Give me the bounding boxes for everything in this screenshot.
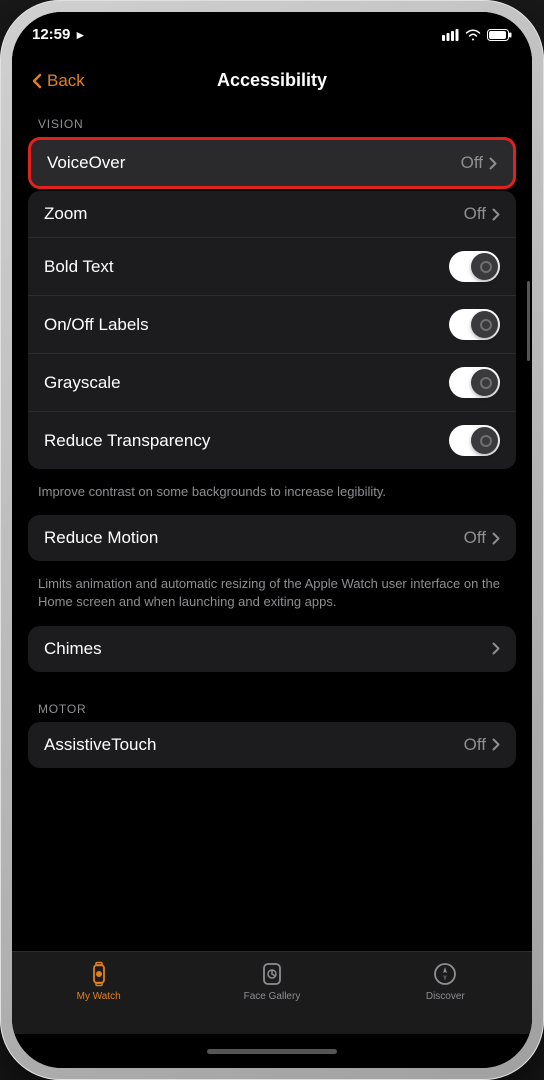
home-indicator [12, 1034, 532, 1068]
zoom-status: Off [464, 204, 486, 224]
back-label: Back [47, 71, 85, 91]
tab-my-watch[interactable]: My Watch [12, 960, 185, 1002]
watch-face-icon [259, 961, 285, 987]
chimes-row[interactable]: Chimes [28, 626, 516, 672]
content-area: VISION VoiceOver Off Zoom [12, 101, 532, 951]
reduce-transparency-toggle[interactable] [449, 425, 500, 456]
assistivetouch-status: Off [464, 735, 486, 755]
home-bar [207, 1049, 337, 1054]
page-title: Accessibility [217, 70, 327, 91]
back-button[interactable]: Back [32, 71, 85, 91]
chimes-label: Chimes [44, 639, 102, 659]
status-bar-area: 12:59 ► [12, 12, 532, 62]
tab-discover-label: Discover [426, 991, 465, 1002]
watch-icon [86, 961, 112, 987]
zoom-label: Zoom [44, 204, 87, 224]
motor-section-header: MOTOR [28, 686, 516, 722]
location-icon: ► [74, 28, 86, 42]
assistivetouch-chevron-icon [492, 738, 500, 751]
assistivetouch-value: Off [464, 735, 500, 755]
reduce-motion-hint: Limits animation and automatic resizing … [28, 567, 516, 625]
reduce-motion-group: Reduce Motion Off [28, 515, 516, 561]
battery-icon [487, 29, 512, 41]
wifi-icon [465, 29, 481, 41]
grayscale-toggle-o [480, 377, 492, 389]
tab-discover[interactable]: Discover [359, 960, 532, 1002]
reduce-transparency-label: Reduce Transparency [44, 431, 210, 451]
face-gallery-icon [258, 960, 286, 988]
phone-screen: 12:59 ► [12, 12, 532, 1068]
scroll-track [527, 281, 530, 861]
reduce-motion-value: Off [464, 528, 500, 548]
transparency-hint: Improve contrast on some backgrounds to … [28, 475, 516, 515]
voiceover-value: Off [461, 153, 497, 173]
back-chevron-icon [32, 73, 42, 89]
reduce-motion-status: Off [464, 528, 486, 548]
bold-text-label: Bold Text [44, 257, 114, 277]
tab-my-watch-label: My Watch [77, 991, 121, 1002]
assistivetouch-label: AssistiveTouch [44, 735, 156, 755]
onoff-labels-toggle-o [480, 319, 492, 331]
onoff-labels-row[interactable]: On/Off Labels [28, 296, 516, 354]
assistivetouch-row[interactable]: AssistiveTouch Off [28, 722, 516, 768]
chimes-chevron-icon [492, 642, 500, 655]
chimes-group: Chimes [28, 626, 516, 672]
bold-text-row[interactable]: Bold Text [28, 238, 516, 296]
tab-face-gallery[interactable]: Face Gallery [185, 960, 358, 1002]
screen: 12:59 ► [12, 12, 532, 1068]
my-watch-icon [85, 960, 113, 988]
bold-text-toggle[interactable] [449, 251, 500, 282]
nav-header: Back Accessibility [12, 62, 532, 101]
status-icons [442, 29, 512, 41]
bottom-spacer [28, 774, 516, 794]
voiceover-row[interactable]: VoiceOver Off [28, 137, 516, 189]
reduce-motion-label: Reduce Motion [44, 528, 158, 548]
scroll-thumb [527, 281, 530, 361]
discover-icon [431, 960, 459, 988]
tab-bar: My Watch Face Gallery [12, 951, 532, 1034]
bold-text-toggle-o [480, 261, 492, 273]
vision-section-header: VISION [28, 101, 516, 137]
grayscale-row[interactable]: Grayscale [28, 354, 516, 412]
status-time: 12:59 ► [32, 26, 86, 43]
zoom-value: Off [464, 204, 500, 224]
motor-group: AssistiveTouch Off [28, 722, 516, 768]
zoom-row[interactable]: Zoom Off [28, 191, 516, 238]
grayscale-toggle[interactable] [449, 367, 500, 398]
notch [207, 12, 337, 42]
reduce-transparency-row[interactable]: Reduce Transparency [28, 412, 516, 469]
signal-icon [442, 29, 459, 41]
voiceover-label: VoiceOver [47, 153, 125, 173]
reduce-motion-chevron-icon [492, 532, 500, 545]
time-display: 12:59 [32, 26, 70, 43]
phone-frame: 12:59 ► [0, 0, 544, 1080]
reduce-transparency-toggle-o [480, 435, 492, 447]
onoff-labels-label: On/Off Labels [44, 315, 149, 335]
grayscale-label: Grayscale [44, 373, 121, 393]
voiceover-chevron-icon [489, 157, 497, 170]
onoff-labels-toggle[interactable] [449, 309, 500, 340]
chimes-right [492, 642, 500, 655]
reduce-motion-row[interactable]: Reduce Motion Off [28, 515, 516, 561]
voiceover-status: Off [461, 153, 483, 173]
vision-settings-group: Zoom Off Bold Text [28, 191, 516, 469]
compass-icon [432, 961, 458, 987]
zoom-chevron-icon [492, 208, 500, 221]
tab-face-gallery-label: Face Gallery [244, 991, 301, 1002]
